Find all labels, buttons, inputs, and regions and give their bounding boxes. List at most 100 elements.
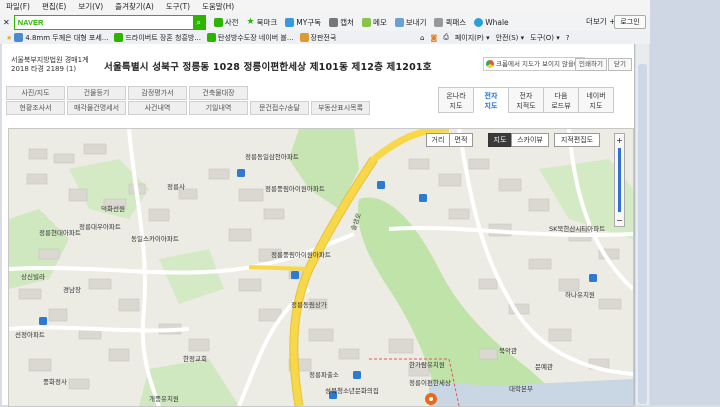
naver-logo: NAVER	[17, 17, 44, 27]
document-buttons-row1: 사진/지도 건물등기 감정평가서 건축물대장	[6, 86, 248, 100]
zoom-slider[interactable]	[618, 148, 621, 212]
document-buttons-row2: 현황조사서 매각물건명세서 사건내역 기일내역 문건접수/송달 부동산표시목록	[6, 101, 370, 115]
subscribe-icon	[285, 17, 295, 27]
map-label: 정릉동림상가	[291, 300, 327, 309]
dictionary-button[interactable]: 사전	[213, 17, 239, 28]
bookmark-button[interactable]: ★ 북마크	[247, 17, 278, 28]
memo-icon	[361, 17, 371, 27]
rss-icon[interactable]: ◙	[430, 34, 437, 42]
command-bar: ⌂ ◙ ⎙ 페이지(P) ▾ 안전(S) ▾ 도구(O) ▾ ?	[420, 31, 569, 44]
chrome-notice-button[interactable]: 크롬에서 지도가 보이지 않을때	[483, 57, 585, 71]
capture-button[interactable]: 캡처	[329, 17, 354, 28]
send-icon	[394, 17, 404, 27]
zoom-in-icon[interactable]: +	[615, 136, 624, 145]
whale-button[interactable]: Whale	[474, 17, 509, 27]
case-number: 2018 타경 2189 (1)	[11, 65, 77, 73]
map-canvas: 정릉사 덕화선원 정릉대우아파트 동일스카이아파트 정릉현대아파트 상신빌라 경…	[9, 129, 633, 406]
page-icon	[299, 33, 309, 42]
map-label: 개풍유치원	[149, 394, 179, 403]
sale-statement-button[interactable]: 매각물건명세서	[67, 101, 126, 115]
menu-file[interactable]: 파일(F)	[0, 1, 36, 12]
map-label: 선정아파트	[15, 330, 45, 339]
login-button[interactable]: 로그인	[614, 15, 646, 29]
favorite-item[interactable]: 탄성방수도장 네이버 블...	[207, 33, 294, 43]
print-icon[interactable]: ⎙	[443, 33, 449, 42]
map-label: SK북한산시티아파트	[549, 224, 605, 233]
dictionary-icon	[213, 17, 223, 27]
area-button[interactable]: 면적	[449, 133, 473, 147]
map-label: 정릉사	[167, 182, 185, 191]
page-menu[interactable]: 페이지(P) ▾	[455, 33, 490, 43]
home-icon[interactable]: ⌂	[420, 34, 424, 42]
case-history-button[interactable]: 사건내역	[128, 101, 187, 115]
favorite-item[interactable]: 장판전국	[299, 33, 336, 43]
safety-menu[interactable]: 안전(S) ▾	[496, 33, 525, 43]
menu-help[interactable]: 도움말(H)	[196, 1, 240, 12]
document-delivery-button[interactable]: 문건접수/송달	[250, 101, 309, 115]
tab-daum-roadview[interactable]: 다음 로드뷰	[543, 87, 579, 113]
building-ledger-button[interactable]: 건축물대장	[189, 86, 248, 100]
naver-search-input[interactable]	[46, 16, 193, 28]
date-history-button[interactable]: 기일내역	[189, 101, 248, 115]
map-label: 동일스카이아파트	[131, 234, 179, 243]
zoom-out-icon[interactable]: −	[615, 216, 624, 225]
map-label: 정릉풍림아이원아파트	[271, 250, 331, 259]
map-label: 풍화정사	[43, 377, 67, 386]
whale-icon	[474, 17, 484, 27]
skyview-button[interactable]: 스카이뷰	[511, 133, 549, 147]
court-name: 서울북부지방법원 경매1계	[11, 56, 89, 64]
naver-toolbar: ✕ NAVER ⌕ 사전 ★ 북마크 MY구독 캡처 메모 보내기 퀵패스 Wha…	[0, 13, 720, 32]
page-icon	[14, 33, 24, 42]
appraisal-button[interactable]: 감정평가서	[128, 86, 187, 100]
tab-cadastral-map[interactable]: 전자 지적도	[508, 87, 544, 113]
tab-electronic-map[interactable]: 전자 지도	[473, 87, 509, 113]
court-info: 서울북부지방법원 경매1계 2018 타경 2189 (1)	[11, 56, 89, 74]
map-label: 덕화선원	[101, 204, 125, 213]
map-view[interactable]: 정릉사 덕화선원 정릉대우아파트 동일스카이아파트 정릉현대아파트 상신빌라 경…	[8, 128, 634, 407]
page-content: 서울북부지방법원 경매1계 2018 타경 2189 (1) 서울특별시 성북구…	[2, 44, 635, 407]
favorite-item[interactable]: ★ 4.8mm 두께은 대형 포세...	[6, 33, 108, 43]
tab-naver-map[interactable]: 네이버 지도	[578, 87, 614, 113]
distance-button[interactable]: 거리	[426, 133, 450, 147]
quickpass-button[interactable]: 퀵패스	[434, 17, 466, 28]
map-label: 정릉이편한세상	[409, 378, 451, 387]
favorites-bar: ★ 4.8mm 두께은 대형 포세... 드라이버트 장혼 청흥방... 탄성방수…	[0, 31, 720, 45]
memo-button[interactable]: 메모	[361, 17, 387, 28]
menu-edit[interactable]: 편집(E)	[36, 1, 72, 12]
map-label: 한가람유치원	[409, 360, 445, 369]
search-icon[interactable]: ⌕	[192, 15, 205, 29]
send-button[interactable]: 보내기	[394, 17, 426, 28]
map-label: 정릉파출소	[309, 370, 339, 379]
print-button[interactable]: 인쇄하기	[575, 58, 607, 71]
close-toolbar-icon[interactable]: ✕	[3, 18, 10, 27]
tab-onnara-map[interactable]: 온나라 지도	[438, 87, 474, 113]
map-view-button[interactable]: 지도	[488, 133, 512, 147]
map-label: 하나유치원	[565, 290, 595, 299]
capture-icon	[329, 17, 339, 27]
favorite-item[interactable]: 드라이버트 장혼 청흥방...	[114, 33, 201, 43]
property-list-button[interactable]: 부동산표시목록	[311, 101, 370, 115]
map-label: 경남장	[63, 285, 81, 294]
scroll-thumb[interactable]	[638, 64, 647, 404]
page-icon	[207, 33, 217, 42]
menu-tools[interactable]: 도구(T)	[160, 1, 196, 12]
star-icon: ★	[246, 17, 255, 27]
photo-map-button[interactable]: 사진/지도	[6, 86, 65, 100]
zoom-control[interactable]: + −	[614, 133, 625, 227]
building-registry-button[interactable]: 건물등기	[67, 86, 126, 100]
map-label: 정릉대우아파트	[79, 222, 121, 231]
menu-view[interactable]: 보기(V)	[72, 1, 109, 12]
menu-favorites[interactable]: 즐겨찾기(A)	[109, 1, 160, 12]
map-label: 한정교회	[183, 354, 207, 363]
help-icon[interactable]: ?	[566, 34, 570, 42]
page-scrollbar[interactable]	[636, 44, 649, 405]
close-button[interactable]: 닫기	[608, 58, 632, 71]
my-subscribe-button[interactable]: MY구독	[285, 17, 321, 28]
key-icon	[434, 17, 444, 27]
page-icon	[114, 33, 124, 42]
status-report-button[interactable]: 현황조사서	[6, 101, 65, 115]
cadastral-button[interactable]: 지적편집도	[554, 133, 600, 147]
more-button[interactable]: 더보기 +	[586, 16, 615, 27]
tools-menu[interactable]: 도구(O) ▾	[530, 33, 560, 43]
map-label: 북악관	[499, 346, 517, 355]
